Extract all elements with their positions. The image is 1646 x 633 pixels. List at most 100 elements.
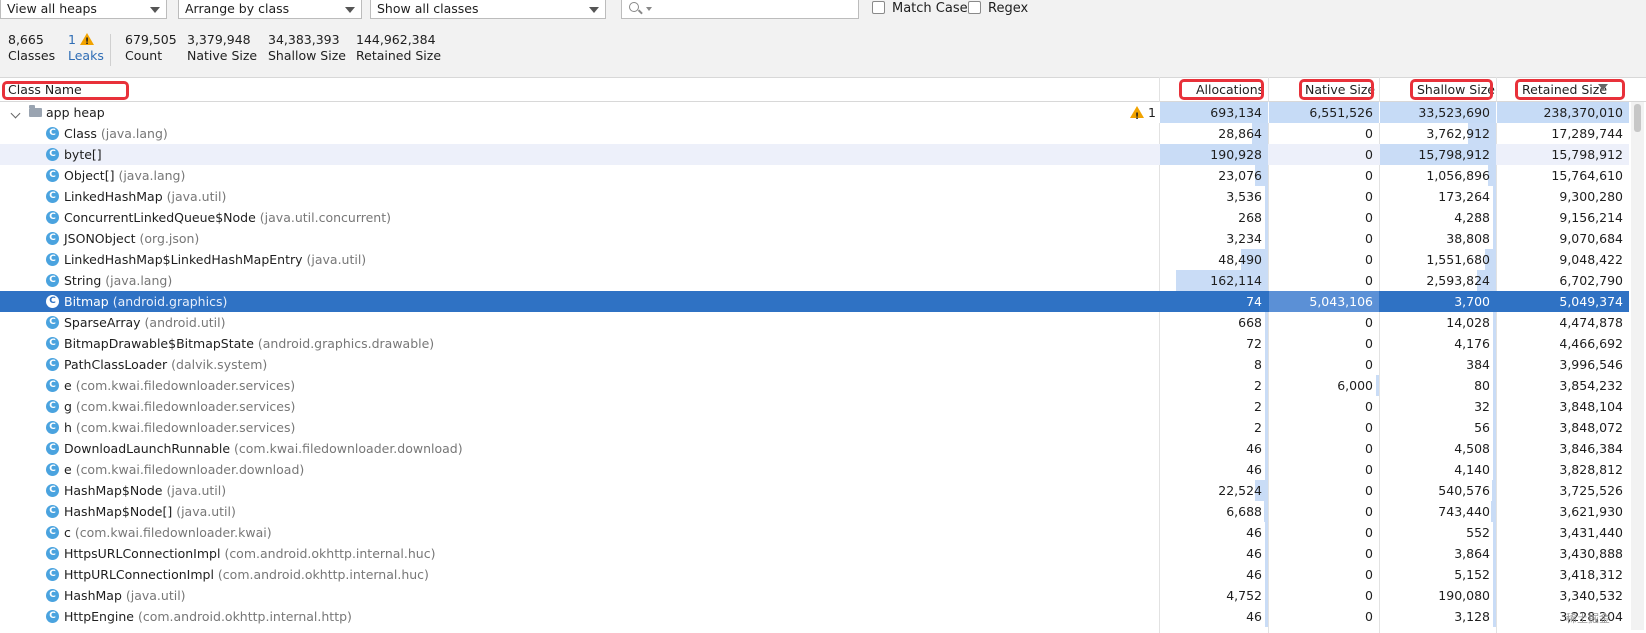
- class-simple-name: BitmapDrawable$BitmapState: [64, 336, 254, 351]
- table-row[interactable]: Cbyte[] 190,928 0 15,798,912 15,798,912: [0, 144, 1629, 165]
- class-simple-name: c: [64, 525, 71, 540]
- heap-select[interactable]: View all heaps: [0, 0, 167, 19]
- classes-select[interactable]: Show all classes: [370, 0, 606, 19]
- table-row[interactable]: C Class (java.lang) 28,864 0 3,762,912 17,289…: [0, 123, 1629, 144]
- cell-shallow: 38,808: [1380, 228, 1496, 249]
- cell-native: 0: [1269, 606, 1379, 627]
- vertical-scrollbar[interactable]: [1631, 102, 1644, 630]
- search-input[interactable]: [621, 0, 859, 19]
- table-row[interactable]: C String (java.lang) 162,114 0 2,593,824 6,70…: [0, 270, 1629, 291]
- cell-native-value: 0: [1365, 441, 1373, 456]
- table-row[interactable]: Ce (com.kwai.filedownloader.download) 46 0…: [0, 459, 1629, 480]
- size-bar: [1493, 522, 1496, 543]
- table-row[interactable]: C HashMap$Node (java.util) 22,524 0 540,576 3…: [0, 480, 1629, 501]
- cell-shallow-value: 56: [1474, 420, 1490, 435]
- size-bar: [1265, 186, 1268, 207]
- table-row[interactable]: C JSONObject (org.json) 3,234 0 38,808 9,070,…: [0, 228, 1629, 249]
- cell-native-value: 0: [1365, 525, 1373, 540]
- cell-shallow: 56: [1380, 417, 1496, 438]
- class-simple-name: Bitmap: [64, 294, 109, 309]
- cell-alloc: 162,114: [1160, 270, 1268, 291]
- table-row[interactable]: Ce (com.kwai.filedownloader.services) 2 6,…: [0, 375, 1629, 396]
- table-row[interactable]: C LinkedHashMap$LinkedHashMapEntry (java.…: [0, 249, 1629, 270]
- stat-leaks-label[interactable]: Leaks: [68, 48, 104, 64]
- class-package: (java.lang): [105, 273, 173, 288]
- class-icon: C: [46, 211, 59, 224]
- stat-classes-label: Classes: [8, 48, 56, 63]
- cell-alloc-value: 48,490: [1218, 252, 1262, 267]
- table-row[interactable]: C HashMap (java.util) 4,752 0 190,080 3,340,5…: [0, 585, 1629, 606]
- size-bar: [1492, 480, 1496, 501]
- class-simple-name: JSONObject: [64, 231, 136, 246]
- class-package: (android.graphics.drawable): [257, 336, 435, 351]
- cell-alloc-value: 74: [1246, 294, 1262, 309]
- cell-alloc: 22,524: [1160, 480, 1268, 501]
- cell-native: 0: [1269, 543, 1379, 564]
- cell-alloc: 2: [1160, 375, 1268, 396]
- cell-alloc: 8: [1160, 354, 1268, 375]
- cell-native-value: 0: [1365, 546, 1373, 561]
- highlight-box: [1299, 79, 1374, 100]
- table-row[interactable]: C SparseArray (android.util) 668 0 14,028 4,4…: [0, 312, 1629, 333]
- size-bar: [1265, 207, 1268, 228]
- cell-native-value: 0: [1365, 462, 1373, 477]
- highlight-box: [1515, 79, 1625, 100]
- scrollbar-thumb[interactable]: [1634, 104, 1641, 132]
- heap-shallow-size: 33,523,690: [1380, 102, 1496, 123]
- table-row[interactable]: C Object[] (java.lang) 23,076 0 1,056,896 15,…: [0, 165, 1629, 186]
- cell-shallow: 2,593,824: [1380, 270, 1496, 291]
- cell-shallow-value: 15,798,912: [1418, 147, 1490, 162]
- cell-retained: 3,430,888: [1559, 546, 1623, 561]
- chevron-down-icon[interactable]: [10, 108, 21, 119]
- cell-native-value: 0: [1365, 231, 1373, 246]
- match-case-label: Match Case: [892, 1, 968, 16]
- cell-shallow: 5,152: [1380, 564, 1496, 585]
- cell-native: 0: [1269, 333, 1379, 354]
- cell-retained: 3,418,312: [1559, 567, 1623, 582]
- cell-native-value: 0: [1365, 504, 1373, 519]
- warning-icon: [1130, 106, 1144, 128]
- stat-shallow-value: 34,383,393: [268, 32, 340, 47]
- table-row[interactable]: C ConcurrentLinkedQueue$Node (java.util.c…: [0, 207, 1629, 228]
- table-row[interactable]: Cg (com.kwai.filedownloader.services) 2 0 3…: [0, 396, 1629, 417]
- cell-native-value: 0: [1365, 483, 1373, 498]
- match-case-checkbox[interactable]: [872, 1, 885, 14]
- highlight-box: [1179, 79, 1264, 100]
- arrange-select[interactable]: Arrange by class: [178, 0, 362, 19]
- size-bar: [1493, 396, 1496, 417]
- regex-checkbox[interactable]: [968, 1, 981, 14]
- size-bar: [1265, 312, 1268, 333]
- class-icon: C: [46, 610, 59, 623]
- table-row[interactable]: C HttpURLConnectionImpl (com.android.okht…: [0, 564, 1629, 585]
- heap-native-size: 6,551,526: [1269, 102, 1379, 123]
- stat-leaks[interactable]: 1 Leaks: [68, 32, 104, 64]
- cell-native: 0: [1269, 228, 1379, 249]
- regex-label: Regex: [988, 1, 1029, 16]
- cell-native: 0: [1269, 312, 1379, 333]
- search-history-caret-icon: [646, 7, 652, 11]
- table-row[interactable]: C LinkedHashMap (java.util) 3,536 0 173,264 9…: [0, 186, 1629, 207]
- table-row[interactable]: Ch (com.kwai.filedownloader.services) 2 0 5…: [0, 417, 1629, 438]
- cell-retained: 9,156,214: [1559, 210, 1623, 225]
- cell-alloc: 46: [1160, 564, 1268, 585]
- table-row[interactable]: C HttpsURLConnectionImpl (com.android.okh…: [0, 543, 1629, 564]
- class-package: (com.kwai.filedownloader.download): [234, 441, 463, 456]
- cell-native-value: 0: [1365, 126, 1373, 141]
- table-row[interactable]: C DownloadLaunchRunnable (com.kwai.filedo…: [0, 438, 1629, 459]
- size-bar: [1493, 333, 1496, 354]
- heap-row[interactable]: app heap 1 693,134 6,551,526 33,523,690 …: [0, 102, 1629, 128]
- class-icon: C: [46, 484, 59, 497]
- cell-alloc-value: 8: [1254, 357, 1262, 372]
- cell-native: 0: [1269, 186, 1379, 207]
- cell-alloc-value: 22,524: [1218, 483, 1262, 498]
- table-row[interactable]: C HttpEngine (com.android.okhttp.internal…: [0, 606, 1629, 627]
- size-bar: [1265, 438, 1268, 459]
- class-icon: C: [46, 316, 59, 329]
- table-row[interactable]: C BitmapDrawable$BitmapState (android.gra…: [0, 333, 1629, 354]
- table-row[interactable]: C PathClassLoader (dalvik.system) 8 0 384 3,9…: [0, 354, 1629, 375]
- table-row[interactable]: Cc (com.kwai.filedownloader.kwai) 46 0 552 3…: [0, 522, 1629, 543]
- table-row[interactable]: C Bitmap (android.graphics) 74 5,043,106 3,7…: [0, 291, 1629, 312]
- cell-retained: 9,070,684: [1559, 231, 1623, 246]
- table-row[interactable]: C HashMap$Node[] (java.util) 6,688 0 743,440…: [0, 501, 1629, 522]
- class-icon: C: [46, 526, 59, 539]
